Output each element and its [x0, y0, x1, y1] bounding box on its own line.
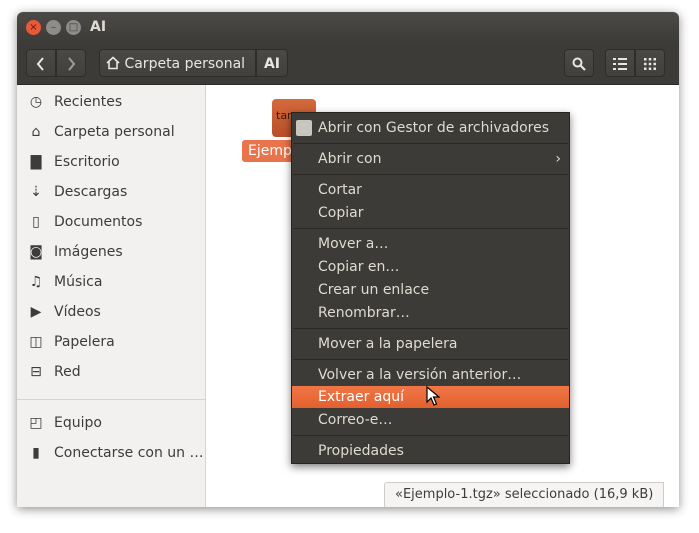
menu-item-open-with-archive-manager[interactable]: Abrir con Gestor de archivadores [292, 117, 569, 139]
clock-icon: ◷ [29, 94, 43, 110]
sidebar-item-papelera[interactable]: ◫ Papelera [17, 329, 205, 357]
trash-icon: ◫ [29, 334, 43, 350]
sidebar-item-equipo[interactable]: ◰ Equipo [17, 410, 205, 438]
menu-item-label: Correo-e… [318, 412, 393, 428]
sidebar-item-escritorio[interactable]: ▇ Escritorio [17, 149, 205, 177]
sidebar-item-musica[interactable]: ♫ Música [17, 269, 205, 297]
close-window-button[interactable]: × [26, 20, 41, 35]
menu-item-label: Extraer aquí [318, 389, 405, 405]
breadcrumb-home-label: Carpeta personal [124, 56, 246, 72]
network-icon: ⊟ [30, 364, 42, 380]
menu-separator [293, 435, 568, 436]
sidebar-item-red[interactable]: ⊟ Red [17, 359, 205, 387]
music-icon: ♫ [29, 274, 43, 290]
menu-item-label: Copiar [318, 205, 364, 221]
sidebar-item-label: Descargas [54, 184, 128, 200]
menu-separator [293, 228, 568, 229]
menu-item-move-to-trash[interactable]: Mover a la papelera [292, 333, 569, 355]
sidebar: ◷ Recientes ⌂ Carpeta personal ▇ Escrito… [17, 85, 206, 507]
sidebar-item-videos[interactable]: ▶ Vídeos [17, 299, 205, 327]
computer-icon: ◰ [29, 415, 43, 431]
menu-item-copy-to[interactable]: Copiar en… [292, 256, 569, 278]
menu-separator [293, 359, 568, 360]
menu-item-copy[interactable]: Copiar [292, 202, 569, 224]
chevron-left-icon [36, 57, 44, 71]
menu-item-label: Renombrar… [318, 305, 410, 321]
chevron-right-icon [68, 57, 76, 71]
toolbar: Carpeta personal AI [17, 44, 679, 85]
window-title: AI [90, 19, 107, 35]
sidebar-item-carpeta-personal[interactable]: ⌂ Carpeta personal [17, 119, 205, 147]
menu-item-open-with[interactable]: Abrir con › [292, 148, 569, 170]
titlebar: × – □ AI [17, 12, 679, 44]
archive-tag: tar [276, 109, 292, 122]
sidebar-item-label: Recientes [54, 94, 123, 110]
sidebar-item-label: Vídeos [54, 304, 101, 320]
home-icon: ⌂ [31, 124, 41, 140]
menu-item-label: Abrir con [318, 151, 382, 167]
list-view-button[interactable] [605, 49, 635, 77]
menu-separator [293, 143, 568, 144]
menu-item-label: Mover a la papelera [318, 336, 458, 352]
menu-item-label: Copiar en… [318, 259, 400, 275]
home-icon [106, 56, 120, 70]
sidebar-item-documentos[interactable]: ▯ Documentos [17, 209, 205, 237]
menu-separator [293, 174, 568, 175]
menu-item-rename[interactable]: Renombrar… [292, 302, 569, 324]
sidebar-separator [17, 399, 205, 400]
archive-manager-icon [296, 120, 312, 136]
document-icon: ▯ [32, 214, 40, 230]
sidebar-item-label: Escritorio [54, 154, 120, 170]
status-bar: «Ejemplo-1.tgz» seleccionado (16,9 kB) [384, 482, 665, 507]
menu-item-label: Abrir con Gestor de archivadores [318, 120, 550, 136]
folder-icon: ▇ [30, 154, 42, 170]
menu-item-revert-version[interactable]: Volver a la versión anterior… [292, 364, 569, 386]
menu-item-label: Cortar [318, 182, 362, 198]
menu-item-cut[interactable]: Cortar [292, 179, 569, 201]
menu-item-email[interactable]: Correo-e… [292, 409, 569, 431]
minimize-window-button[interactable]: – [46, 20, 61, 35]
breadcrumb-home[interactable]: Carpeta personal [99, 49, 256, 77]
menu-separator [293, 328, 568, 329]
sidebar-item-label: Carpeta personal [54, 124, 175, 140]
sidebar-item-imagenes[interactable]: ◙ Imágenes [17, 239, 205, 267]
menu-item-label: Propiedades [318, 443, 404, 459]
sidebar-item-descargas[interactable]: ⇣ Descargas [17, 179, 205, 207]
maximize-window-button[interactable]: □ [66, 20, 81, 35]
search-icon [572, 57, 586, 71]
sidebar-item-label: Conectarse con un … [54, 445, 204, 461]
sidebar-item-label: Equipo [54, 415, 102, 431]
chevron-right-icon: › [555, 151, 561, 167]
sidebar-item-conectarse[interactable]: ▮ Conectarse con un … [17, 440, 205, 468]
menu-item-label: Mover a… [318, 236, 389, 252]
search-button[interactable] [564, 49, 594, 77]
context-menu: Abrir con Gestor de archivadores Abrir c… [291, 112, 570, 464]
sidebar-item-recientes[interactable]: ◷ Recientes [17, 89, 205, 117]
breadcrumb-current[interactable]: AI [256, 49, 288, 77]
sidebar-item-label: Papelera [54, 334, 115, 350]
camera-icon: ◙ [29, 244, 43, 260]
back-button[interactable] [26, 49, 56, 77]
download-icon: ⇣ [30, 184, 42, 200]
menu-item-properties[interactable]: Propiedades [292, 440, 569, 462]
menu-item-label: Crear un enlace [318, 282, 430, 298]
server-icon: ▮ [32, 445, 40, 461]
menu-item-create-link[interactable]: Crear un enlace [292, 279, 569, 301]
menu-item-move-to[interactable]: Mover a… [292, 233, 569, 255]
mouse-pointer-icon [426, 386, 440, 406]
forward-button[interactable] [56, 49, 86, 77]
sidebar-item-label: Imágenes [54, 244, 123, 260]
grid-view-icon [644, 58, 656, 70]
sidebar-item-label: Música [54, 274, 103, 290]
sidebar-item-label: Documentos [54, 214, 143, 230]
menu-item-label: Volver a la versión anterior… [318, 367, 522, 383]
list-view-icon [613, 58, 627, 70]
sidebar-item-label: Red [54, 364, 81, 380]
grid-view-button[interactable] [635, 49, 665, 77]
video-icon: ▶ [30, 304, 42, 320]
